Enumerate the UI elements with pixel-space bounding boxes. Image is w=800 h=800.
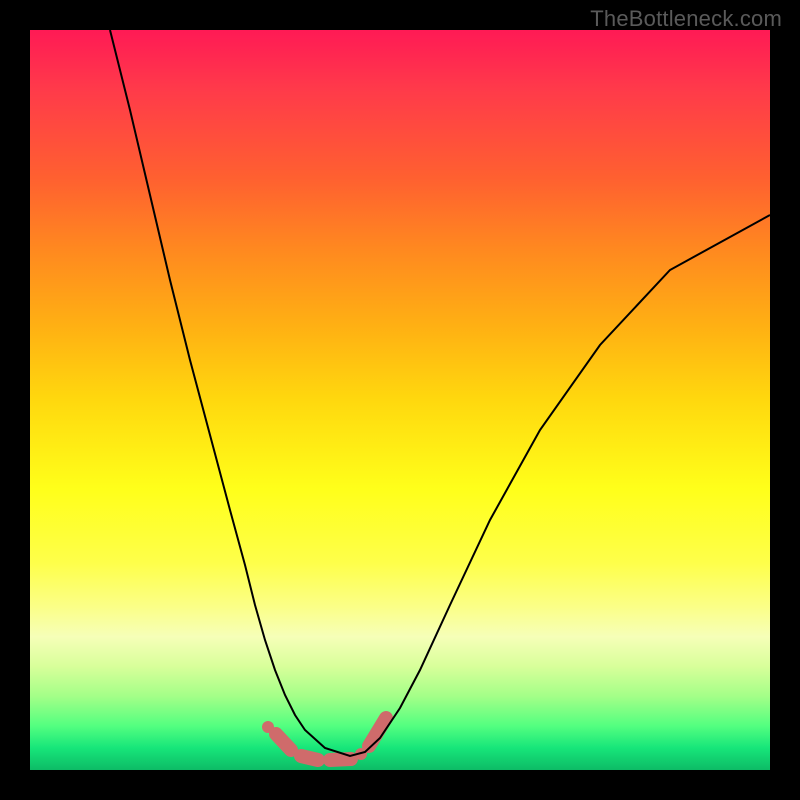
bottleneck-curve: [110, 30, 770, 756]
curve-layer: [30, 30, 770, 770]
gradient-plot-area: [30, 30, 770, 770]
chart-frame: TheBottleneck.com: [0, 0, 800, 800]
watermark-text: TheBottleneck.com: [590, 6, 782, 32]
marker-group: [262, 718, 386, 760]
seg-bottom-right: [330, 759, 351, 760]
seg-bottom-left: [301, 756, 318, 760]
seg-left: [276, 734, 291, 750]
